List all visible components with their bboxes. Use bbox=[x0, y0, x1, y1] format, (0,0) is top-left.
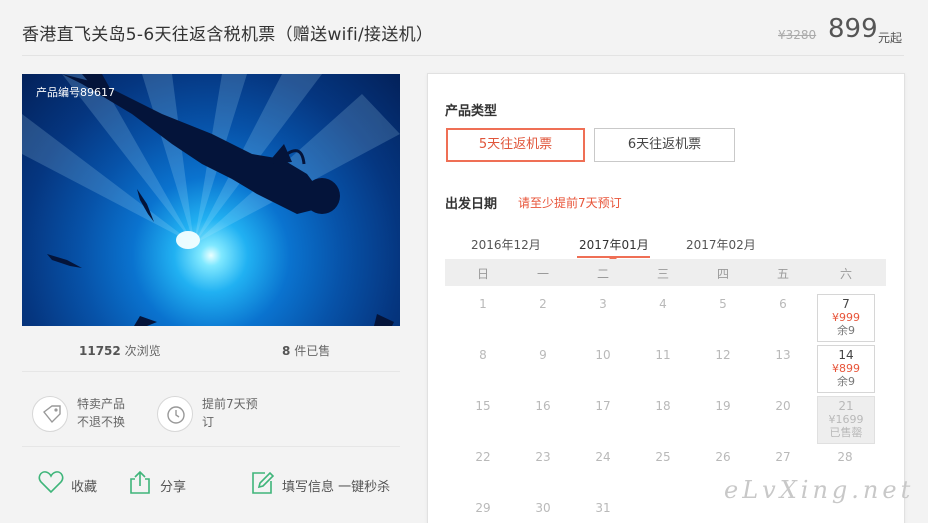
cell-day: 7 bbox=[842, 297, 850, 311]
weekday-thu: 四 bbox=[716, 267, 729, 281]
calendar-day: 12 bbox=[715, 348, 731, 362]
feature-advance-line1: 提前7天预 bbox=[202, 397, 258, 411]
tag-icon bbox=[32, 396, 68, 432]
cell-day: 21 bbox=[838, 399, 854, 413]
weekday-sun: 日 bbox=[476, 267, 489, 281]
cell-status: 已售罄 bbox=[829, 426, 863, 439]
calendar-day: 3 bbox=[599, 297, 607, 311]
feature-advance-line2: 订 bbox=[202, 415, 215, 429]
feature-special-line1: 特卖产品 bbox=[77, 397, 126, 411]
stats-row: 11752 次浏览 8 件已售 bbox=[22, 342, 400, 362]
option-6-day[interactable]: 6天往返机票 bbox=[594, 128, 735, 162]
fill-info-label: 填写信息 一键秒杀 bbox=[282, 480, 391, 495]
heart-icon bbox=[38, 471, 64, 494]
calendar-day: 24 bbox=[595, 450, 611, 464]
weekday-mon: 一 bbox=[536, 267, 549, 281]
cell-status: 余9 bbox=[837, 375, 855, 388]
calendar-day-available[interactable]: 7 ¥999 余9 bbox=[817, 294, 875, 342]
cell-price: ¥1699 bbox=[828, 413, 864, 426]
calendar-day: 8 bbox=[479, 348, 487, 362]
sold-count: 8 bbox=[282, 344, 291, 358]
watermark: eLvXing.net bbox=[724, 476, 915, 504]
calendar-day: 9 bbox=[539, 348, 547, 362]
tab-month-prev[interactable]: 2016年12月 bbox=[471, 236, 541, 253]
share-label: 分享 bbox=[160, 480, 187, 495]
product-number: 产品编号89617 bbox=[36, 86, 115, 99]
calendar-day: 13 bbox=[775, 348, 791, 362]
cell-price: ¥899 bbox=[832, 362, 860, 375]
calendar-day: 20 bbox=[775, 399, 791, 413]
sold-label: 件已售 bbox=[294, 344, 331, 358]
feature-special-line2: 不退不换 bbox=[77, 415, 126, 429]
calendar-day: 5 bbox=[719, 297, 727, 311]
cell-price: ¥999 bbox=[832, 311, 860, 324]
product-photo: 产品编号89617 bbox=[22, 74, 400, 326]
divider bbox=[22, 371, 400, 372]
cell-status: 余9 bbox=[837, 324, 855, 337]
weekday-tue: 二 bbox=[596, 267, 609, 281]
divider bbox=[22, 446, 400, 447]
date-hint: 请至少提前7天预订 bbox=[518, 196, 622, 210]
price-unit: 元起 bbox=[878, 31, 903, 45]
favorite-label: 收藏 bbox=[71, 480, 98, 495]
feature-advance: 提前7天预 订 bbox=[202, 395, 258, 431]
calendar-day: 29 bbox=[475, 501, 491, 515]
tab-month-current[interactable]: 2017年01月 bbox=[579, 236, 649, 253]
title-bar: 香港直飞关岛5-6天往返含税机票（赠送wifi/接送机） ¥3280 899 元… bbox=[0, 0, 928, 56]
views-label: 次浏览 bbox=[124, 344, 161, 358]
calendar-day: 17 bbox=[595, 399, 611, 413]
views-count: 11752 bbox=[79, 344, 121, 358]
calendar-day: 30 bbox=[535, 501, 551, 515]
calendar-day: 1 bbox=[479, 297, 487, 311]
calendar-day: 10 bbox=[595, 348, 611, 362]
calendar-day: 16 bbox=[535, 399, 551, 413]
calendar-day: 27 bbox=[775, 450, 791, 464]
calendar-day-available[interactable]: 14 ¥899 余9 bbox=[817, 345, 875, 393]
weekday-wed: 三 bbox=[656, 267, 669, 281]
views-stat: 11752 次浏览 bbox=[79, 342, 161, 359]
product-type-label: 产品类型 bbox=[445, 104, 498, 119]
calendar-day: 18 bbox=[655, 399, 671, 413]
calendar-day: 4 bbox=[659, 297, 667, 311]
tab-month-next[interactable]: 2017年02月 bbox=[686, 236, 756, 253]
calendar-day-sold-out: 21 ¥1699 已售罄 bbox=[817, 396, 875, 444]
calendar-day: 26 bbox=[715, 450, 731, 464]
calendar-day: 2 bbox=[539, 297, 547, 311]
weekday-header: 日 一 二 三 四 五 六 bbox=[445, 259, 886, 286]
price: 899 bbox=[828, 14, 878, 44]
calendar-day: 22 bbox=[475, 450, 491, 464]
cell-day: 14 bbox=[838, 348, 854, 362]
option-5-day[interactable]: 5天往返机票 bbox=[446, 128, 585, 162]
departure-date-label: 出发日期 bbox=[445, 197, 498, 212]
calendar-day: 19 bbox=[715, 399, 731, 413]
booking-panel: 产品类型 5天往返机票 6天往返机票 出发日期 请至少提前7天预订 2016年1… bbox=[427, 73, 905, 523]
edit-icon bbox=[252, 471, 274, 494]
product-title: 香港直飞关岛5-6天往返含税机票（赠送wifi/接送机） bbox=[22, 25, 434, 45]
calendar-day: 25 bbox=[655, 450, 671, 464]
original-price: ¥3280 bbox=[778, 28, 817, 42]
diver-illustration bbox=[22, 74, 400, 326]
divider bbox=[22, 55, 904, 56]
share-icon bbox=[130, 470, 150, 494]
weekday-sat: 六 bbox=[839, 267, 852, 281]
calendar-day: 23 bbox=[535, 450, 551, 464]
calendar-day: 15 bbox=[475, 399, 491, 413]
calendar-day: 31 bbox=[595, 501, 611, 515]
calendar-day: 28 bbox=[837, 450, 853, 464]
weekday-fri: 五 bbox=[776, 267, 789, 281]
calendar-day: 6 bbox=[779, 297, 787, 311]
clock-icon bbox=[157, 396, 193, 432]
calendar-day: 11 bbox=[655, 348, 671, 362]
feature-special: 特卖产品 不退不换 bbox=[77, 395, 125, 431]
sold-stat: 8 件已售 bbox=[282, 342, 330, 359]
